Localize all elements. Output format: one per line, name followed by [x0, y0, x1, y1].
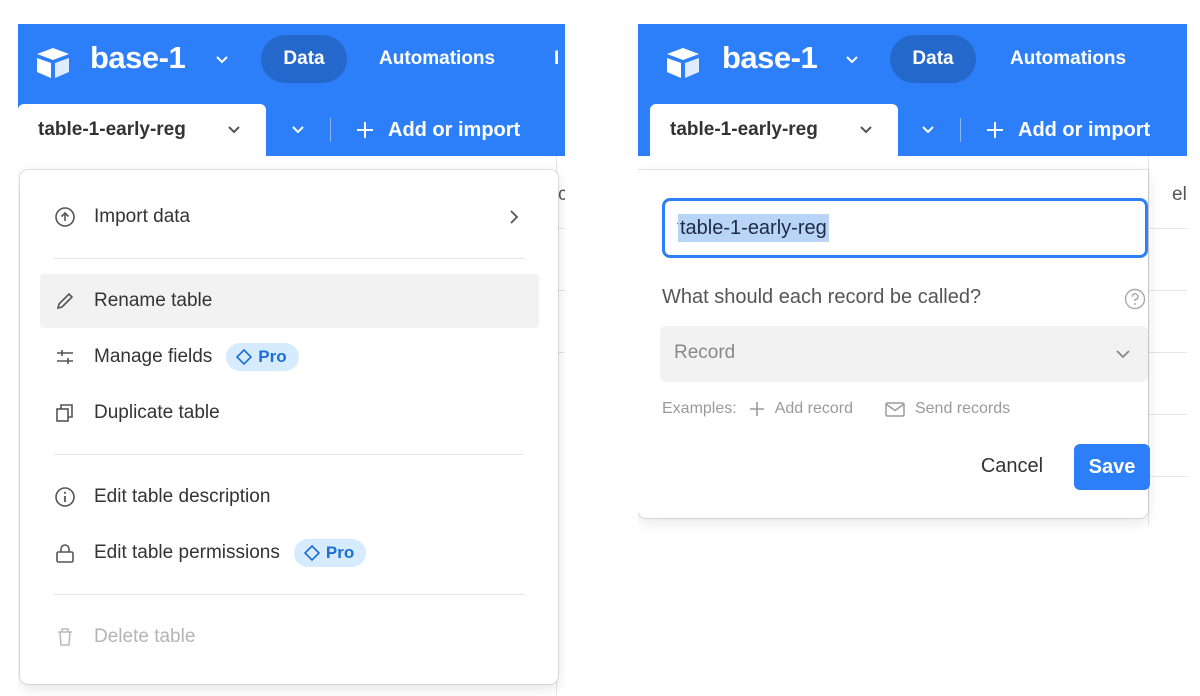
all-tables-button[interactable]: [898, 104, 960, 156]
example-send-records-label: Send records: [914, 400, 1011, 417]
add-or-import-button[interactable]: Add or import: [986, 104, 1150, 156]
right-screenshot-panel: el base-1 Data Automations table-1-early…: [638, 0, 1187, 696]
duplicate-icon: [56, 404, 73, 422]
table-options-menu: Import data Rename table Manage fields P…: [20, 170, 558, 684]
menu-item-rename-table[interactable]: Rename table: [40, 274, 539, 328]
pro-badge: Pro: [226, 343, 299, 371]
add-or-import-label: Add or import: [388, 118, 521, 141]
chevron-down-icon[interactable]: [860, 126, 872, 134]
tab-divider: [330, 118, 331, 142]
add-or-import-button[interactable]: Add or import: [356, 104, 520, 156]
menu-item-label: Rename table: [94, 290, 213, 311]
base-logo-icon: [667, 48, 699, 78]
sliders-icon: [57, 350, 73, 364]
menu-divider: [54, 258, 524, 259]
pencil-icon: [56, 292, 74, 310]
menu-item-label: Edit table description: [94, 486, 271, 507]
app-topbar: base-1 Data Automations: [638, 24, 1187, 104]
grid-header-fragment: c: [558, 184, 565, 205]
cancel-button[interactable]: Cancel: [966, 444, 1058, 488]
pro-badge: Pro: [293, 539, 367, 567]
menu-item-delete-table[interactable]: Delete table: [40, 610, 539, 664]
add-or-import-label: Add or import: [1018, 118, 1151, 141]
plus-icon: [987, 122, 1003, 138]
menu-item-manage-fields[interactable]: Manage fields Pro: [40, 330, 539, 384]
menu-item-label: Manage fields: [94, 346, 213, 367]
record-name-select-value: Record: [674, 342, 736, 363]
table-tab-label: table-1-early-reg: [38, 119, 186, 140]
examples-label: Examples:: [662, 400, 737, 417]
table-tab-active[interactable]: table-1-early-reg: [18, 104, 266, 156]
menu-divider: [54, 594, 524, 595]
plus-icon: [749, 402, 764, 416]
example-add-record: Add record: [749, 400, 853, 418]
menu-item-label: Duplicate table: [94, 402, 220, 423]
base-name[interactable]: base-1: [90, 38, 186, 78]
table-tabstrip: table-1-early-reg Add or import: [638, 104, 1187, 156]
menu-item-import-data[interactable]: Import data: [40, 190, 539, 244]
pro-badge-label: Pro: [325, 543, 355, 562]
help-icon[interactable]: [1124, 288, 1146, 310]
chevron-right-icon: [510, 210, 519, 224]
app-topbar: base-1 Data Automations I: [18, 24, 565, 104]
nav-tab-data[interactable]: Data: [261, 35, 347, 83]
menu-item-label: Import data: [94, 206, 191, 227]
menu-divider: [54, 454, 524, 455]
nav-tab-automations[interactable]: Automations: [1010, 35, 1126, 83]
table-tabstrip: table-1-early-reg Add or import: [18, 104, 565, 156]
menu-item-edit-permissions[interactable]: Edit table permissions Pro: [40, 526, 539, 580]
chevron-down-icon[interactable]: [216, 56, 228, 64]
info-circle-icon: [55, 487, 75, 507]
trash-icon: [58, 628, 72, 646]
rename-table-popover: table-1-early-reg What should each recor…: [638, 170, 1150, 518]
selected-text-highlight: table-1-early-reg: [678, 214, 829, 242]
tab-divider: [960, 118, 961, 142]
chevron-down-icon: [1116, 350, 1130, 359]
plus-icon: [357, 122, 373, 138]
base-name[interactable]: base-1: [722, 38, 818, 78]
grid-divider: [1148, 476, 1187, 477]
menu-item-label: Delete table: [94, 626, 196, 647]
table-tab-label: table-1-early-reg: [670, 119, 818, 140]
grid-divider: [1148, 290, 1187, 291]
all-tables-button[interactable]: [266, 104, 328, 156]
pro-badge-label: Pro: [258, 347, 287, 366]
record-name-examples: Examples: Add record Send records: [662, 400, 1010, 418]
sparkle-diamond-icon: [236, 349, 253, 365]
grid-header-fragment: el: [1172, 184, 1187, 205]
envelope-icon: [885, 401, 905, 417]
grid-divider: [1148, 352, 1187, 353]
grid-divider: [1148, 414, 1187, 415]
example-send-records: Send records: [885, 400, 1010, 418]
menu-item-edit-description[interactable]: Edit table description: [40, 470, 539, 524]
left-screenshot-panel: c base-1 Data Automations I table-1-earl…: [18, 0, 565, 696]
chevron-down-icon: [922, 126, 934, 134]
record-name-select[interactable]: Record: [660, 326, 1148, 382]
upload-circle-icon: [55, 207, 75, 227]
table-tab-active[interactable]: table-1-early-reg: [650, 104, 898, 156]
chevron-down-icon[interactable]: [228, 126, 240, 134]
menu-item-duplicate-table[interactable]: Duplicate table: [40, 386, 539, 440]
save-button[interactable]: Save: [1074, 444, 1150, 490]
nav-tab-data[interactable]: Data: [890, 35, 976, 83]
chevron-down-icon: [292, 126, 304, 134]
grid-divider: [1148, 228, 1187, 229]
nav-tab-automations[interactable]: Automations: [379, 35, 495, 83]
base-logo-icon: [37, 48, 69, 78]
lock-icon: [56, 544, 74, 563]
chevron-down-icon[interactable]: [846, 56, 858, 64]
example-add-record-label: Add record: [774, 400, 853, 417]
nav-tab-truncated[interactable]: I: [554, 35, 559, 83]
record-name-question: What should each record be called?: [662, 286, 982, 308]
menu-item-label: Edit table permissions: [94, 542, 280, 563]
sparkle-diamond-icon: [303, 545, 320, 561]
